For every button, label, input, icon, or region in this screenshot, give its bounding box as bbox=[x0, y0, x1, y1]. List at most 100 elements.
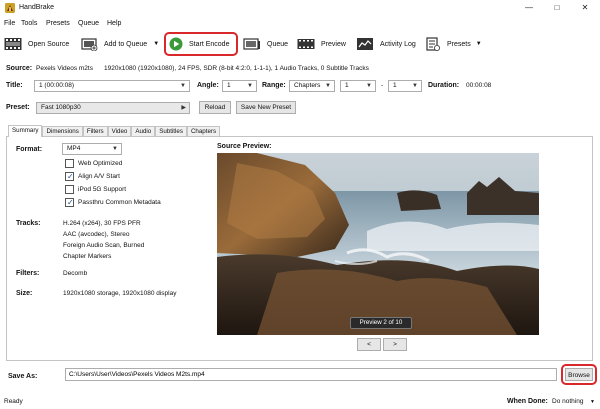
film-strip-icon bbox=[4, 38, 22, 50]
size-value: 1920x1080 storage, 1920x1080 display bbox=[63, 290, 177, 297]
open-source-button[interactable]: Open Source bbox=[4, 32, 69, 56]
menu-help[interactable]: Help bbox=[107, 20, 121, 27]
add-to-queue-label: Add to Queue bbox=[104, 40, 148, 48]
save-as-path-input[interactable] bbox=[65, 368, 557, 381]
preset-select[interactable]: Fast 1080p30 ▶ bbox=[36, 102, 190, 114]
queue-label: Queue bbox=[267, 40, 289, 48]
queue-icon bbox=[243, 38, 260, 50]
title-value: 1 (00:00:08) bbox=[39, 82, 75, 89]
menu-file[interactable]: File bbox=[4, 20, 15, 27]
preview-counter: Preview 2 of 10 bbox=[350, 317, 412, 329]
tracks-label: Tracks: bbox=[16, 220, 41, 227]
presets-label: Presets bbox=[447, 40, 471, 48]
source-preview-label: Source Preview: bbox=[217, 143, 272, 150]
source-label: Source: bbox=[6, 65, 33, 72]
tab-dimensions[interactable]: Dimensions bbox=[42, 126, 83, 136]
range-start-value: 1 bbox=[345, 82, 349, 89]
open-source-label: Open Source bbox=[28, 40, 70, 48]
preview-image bbox=[217, 153, 539, 335]
format-select[interactable]: MP4 ▼ bbox=[62, 143, 122, 155]
when-done-label: When Done: bbox=[507, 398, 548, 405]
tab-video[interactable]: Video bbox=[107, 126, 132, 136]
web-optimized-label: Web Optimized bbox=[78, 160, 123, 167]
range-dash: - bbox=[381, 82, 384, 89]
menu-tools[interactable]: Tools bbox=[21, 20, 37, 27]
angle-select[interactable]: 1 ▼ bbox=[222, 80, 257, 92]
status-text: Ready bbox=[4, 398, 23, 405]
coastal-rocks-image bbox=[217, 153, 539, 335]
range-label: Range: bbox=[262, 82, 286, 89]
title-bar: HandBrake — □ ✕ bbox=[0, 0, 600, 16]
play-icon bbox=[169, 37, 183, 51]
tab-chapters[interactable]: Chapters bbox=[186, 126, 221, 136]
passthru-metadata-label: Passthru Common Metadata bbox=[78, 199, 161, 206]
source-name: Pexels Videos m2ts bbox=[36, 65, 93, 72]
save-new-preset-button[interactable]: Save New Preset bbox=[236, 101, 296, 114]
tab-audio[interactable]: Audio bbox=[131, 126, 156, 136]
activity-log-icon bbox=[357, 38, 373, 50]
preview-prev-button[interactable]: < bbox=[357, 338, 381, 351]
toolbar: Open Source Add to Queue ▼ Start Encode … bbox=[0, 32, 600, 56]
checkmark-icon: ✓ bbox=[67, 172, 74, 181]
passthru-metadata-checkbox[interactable]: ✓ bbox=[65, 198, 74, 207]
status-bar: Ready When Done: Do nothing ▼ bbox=[0, 393, 600, 409]
preview-film-icon bbox=[297, 39, 315, 49]
chevron-down-icon: ▼ bbox=[412, 83, 418, 89]
preset-label: Preset: bbox=[6, 104, 30, 111]
minimize-icon[interactable]: — bbox=[515, 2, 543, 14]
reload-button[interactable]: Reload bbox=[199, 101, 231, 114]
preview-next-button[interactable]: > bbox=[383, 338, 407, 351]
add-to-queue-icon bbox=[81, 38, 98, 51]
list-item: Foreign Audio Scan, Burned bbox=[63, 242, 145, 249]
web-optimized-checkbox[interactable] bbox=[65, 159, 74, 168]
range-end-select[interactable]: 1 ▼ bbox=[388, 80, 422, 92]
chevron-down-icon[interactable]: ▼ bbox=[476, 41, 482, 47]
preview-button[interactable]: Preview bbox=[297, 32, 346, 56]
save-as-label: Save As: bbox=[8, 373, 38, 380]
settings-tabs: Summary Dimensions Filters Video Audio S… bbox=[8, 125, 221, 137]
close-icon[interactable]: ✕ bbox=[571, 2, 599, 14]
start-encode-button[interactable]: Start Encode bbox=[164, 32, 238, 56]
tab-subtitles[interactable]: Subtitles bbox=[155, 126, 187, 136]
chevron-down-icon[interactable]: ▼ bbox=[590, 399, 595, 405]
chevron-down-icon: ▼ bbox=[247, 83, 253, 89]
align-av-start-checkbox[interactable]: ✓ bbox=[65, 172, 74, 181]
chevron-down-icon[interactable]: ▼ bbox=[153, 41, 159, 47]
range-type-select[interactable]: Chapters ▼ bbox=[289, 80, 335, 92]
range-start-select[interactable]: 1 ▼ bbox=[340, 80, 376, 92]
tab-filters[interactable]: Filters bbox=[82, 126, 108, 136]
source-details: 1920x1080 (1920x1080), 24 FPS, SDR (8-bi… bbox=[104, 65, 369, 72]
filters-label: Filters: bbox=[16, 270, 40, 277]
chevron-down-icon: ▼ bbox=[366, 83, 372, 89]
presets-button[interactable]: Presets ▼ bbox=[425, 32, 482, 56]
title-select[interactable]: 1 (00:00:08) ▼ bbox=[34, 80, 190, 92]
activity-log-button[interactable]: Activity Log bbox=[356, 32, 416, 56]
menu-presets[interactable]: Presets bbox=[46, 20, 70, 27]
start-encode-label: Start Encode bbox=[189, 40, 230, 48]
ipod-5g-support-checkbox[interactable] bbox=[65, 185, 74, 194]
chevron-down-icon: ▼ bbox=[180, 83, 186, 89]
browse-button[interactable]: Browse bbox=[565, 368, 593, 381]
duration-value: 00:00:08 bbox=[466, 82, 492, 89]
size-label: Size: bbox=[16, 290, 33, 297]
chevron-down-icon: ▼ bbox=[112, 146, 118, 152]
menu-queue[interactable]: Queue bbox=[78, 20, 99, 27]
ipod-5g-support-label: iPod 5G Support bbox=[78, 186, 127, 193]
checkmark-icon: ✓ bbox=[67, 198, 74, 207]
list-item: H.264 (x264), 30 FPS PFR bbox=[63, 220, 141, 227]
format-value: MP4 bbox=[67, 145, 81, 152]
window-title: HandBrake bbox=[19, 4, 55, 11]
preset-value: Fast 1080p30 bbox=[41, 104, 81, 111]
list-item: Chapter Markers bbox=[63, 253, 112, 260]
list-item: AAC (avcodec), Stereo bbox=[63, 231, 130, 238]
tab-summary[interactable]: Summary bbox=[8, 125, 43, 137]
maximize-icon[interactable]: □ bbox=[543, 2, 571, 14]
queue-button[interactable]: Queue bbox=[243, 32, 288, 56]
add-to-queue-button[interactable]: Add to Queue ▼ bbox=[80, 32, 159, 56]
menu-bar: File Tools Presets Queue Help bbox=[0, 17, 600, 31]
chevron-down-icon: ▼ bbox=[325, 83, 331, 89]
when-done-select[interactable]: Do nothing bbox=[552, 398, 583, 405]
presets-icon bbox=[426, 37, 440, 51]
activity-log-label: Activity Log bbox=[380, 40, 416, 48]
tracks-list: H.264 (x264), 30 FPS PFR AAC (avcodec), … bbox=[63, 218, 144, 262]
